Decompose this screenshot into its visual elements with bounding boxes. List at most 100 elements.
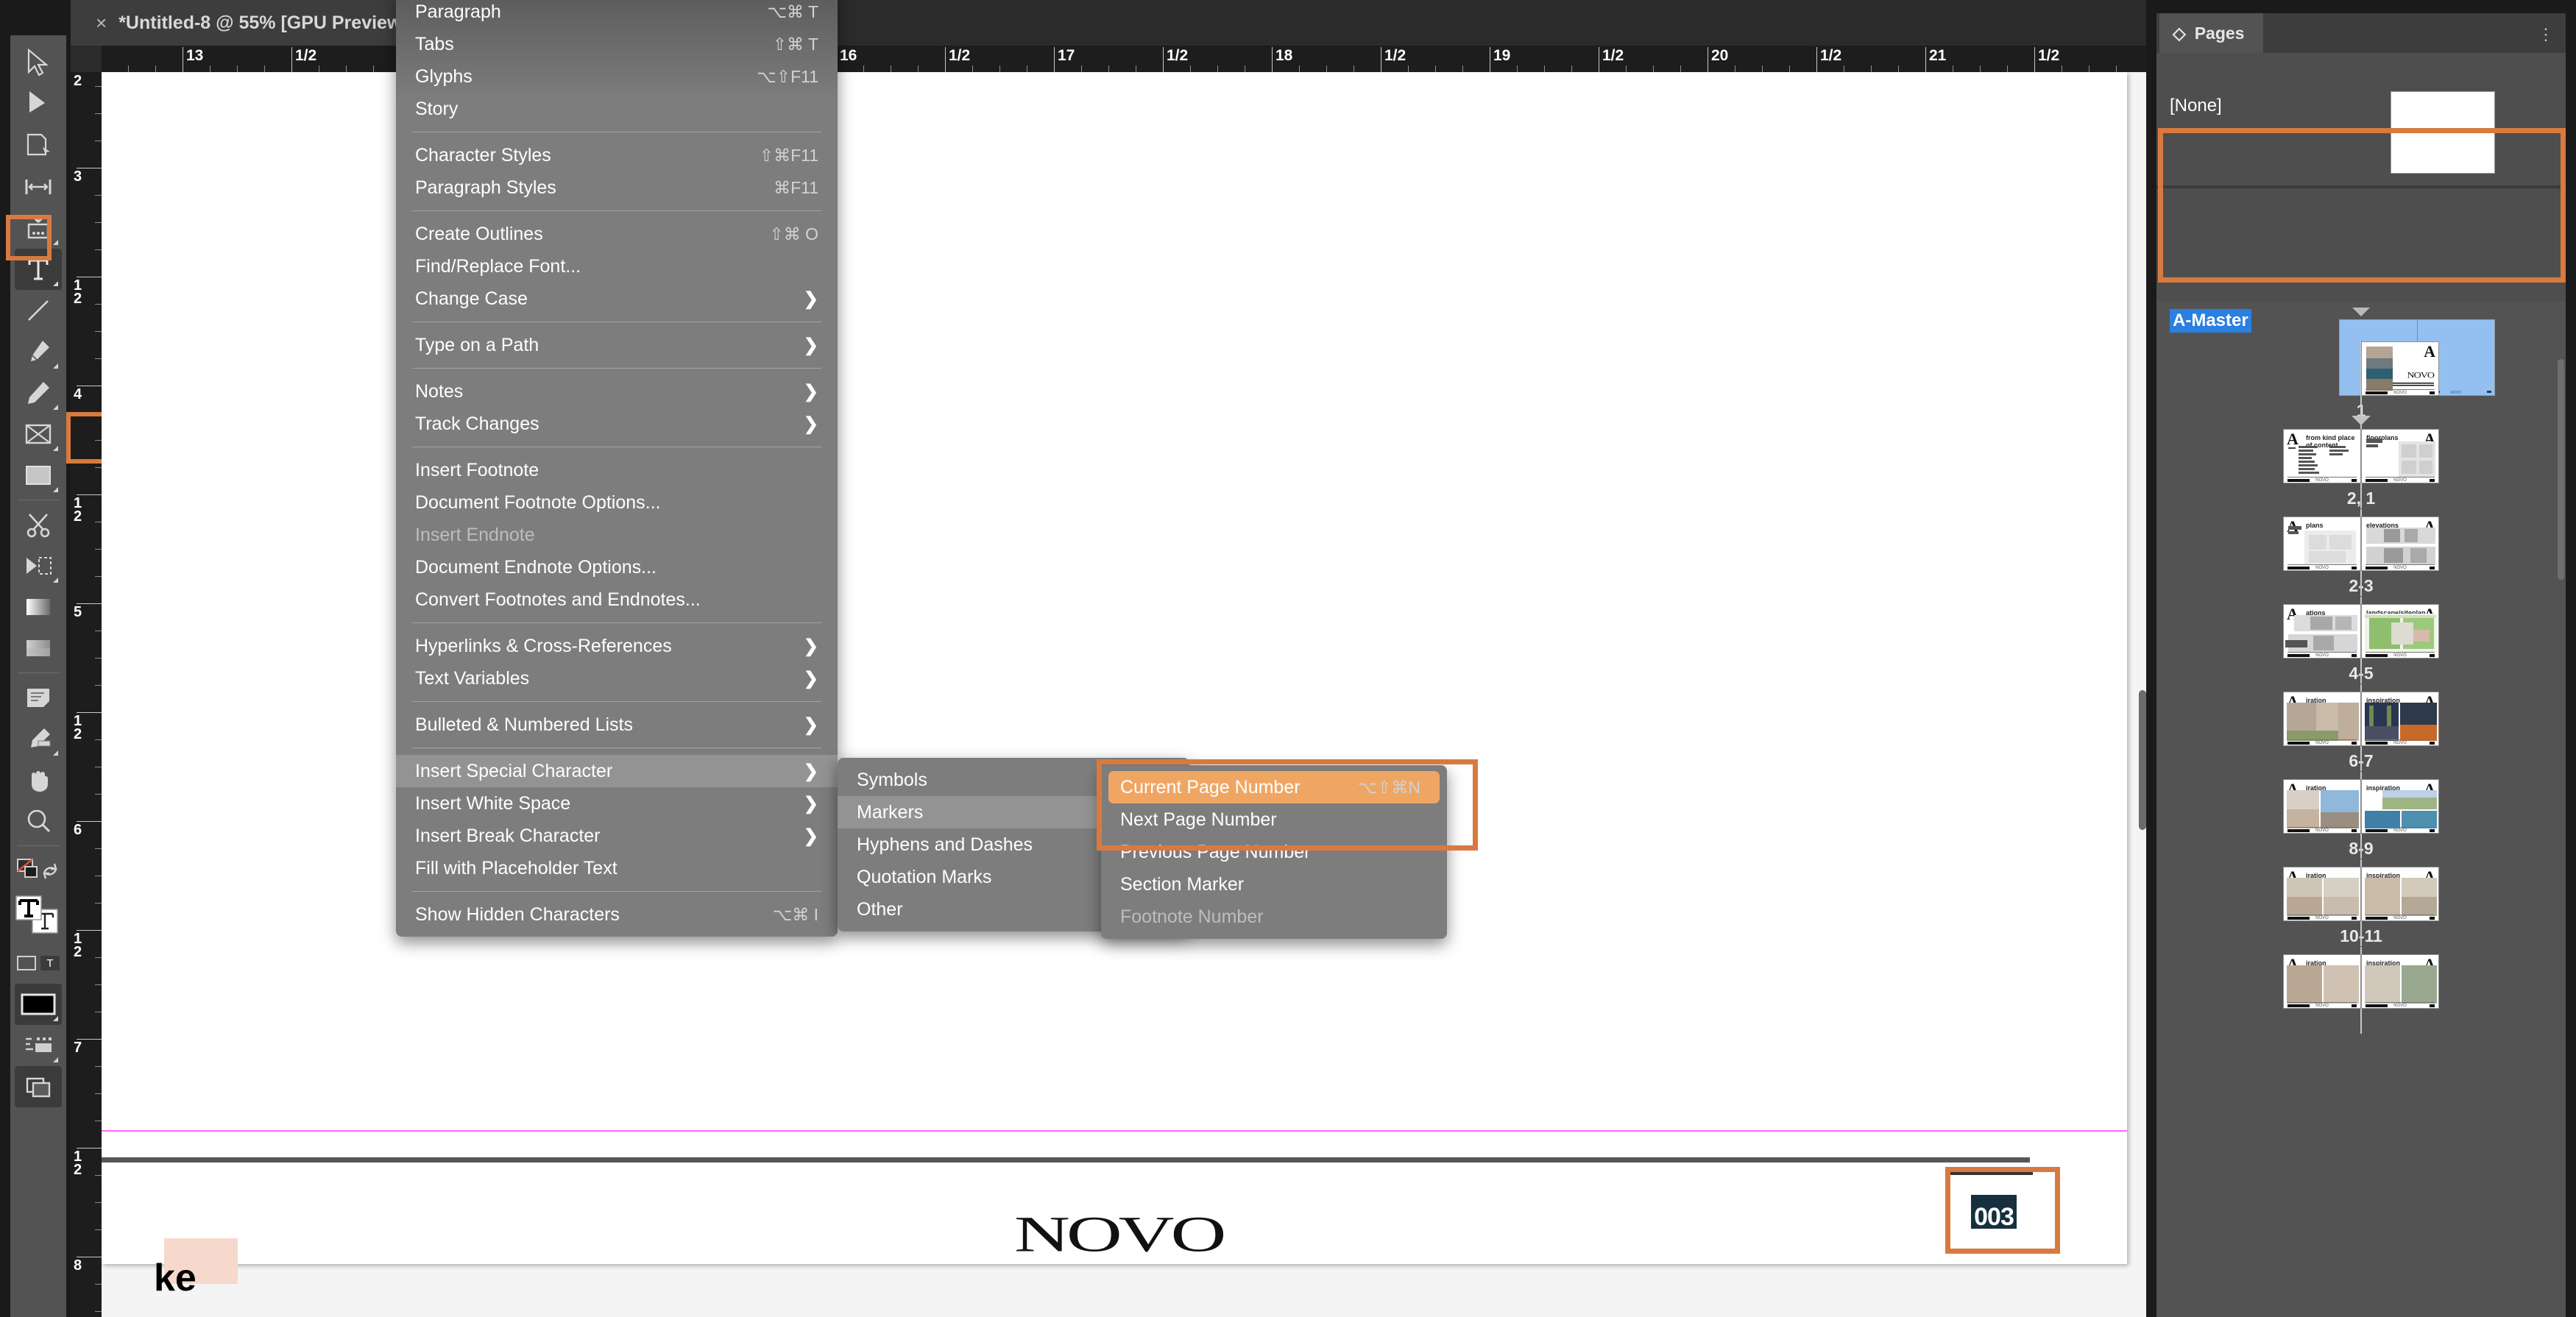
markers-submenu[interactable]: Current Page Number⌥⇧⌘NNext Page NumberP…: [1101, 765, 1447, 939]
menu-item-insert-footnote[interactable]: Insert Footnote: [396, 454, 838, 486]
page-thumbnail[interactable]: AinspirationNOVO: [2361, 779, 2439, 834]
page-number-frame[interactable]: 003: [1943, 1170, 2050, 1249]
gradient-swatch-tool[interactable]: [15, 586, 62, 628]
rectangle-tool[interactable]: [15, 455, 62, 496]
gap-tool[interactable]: [15, 166, 62, 207]
page-spread[interactable]: AationsNOVOAlandscape/siteplanNOVO4-5: [2156, 604, 2566, 684]
hand-tool[interactable]: [15, 759, 62, 801]
note-tool[interactable]: [15, 677, 62, 718]
pencil-tool[interactable]: [15, 372, 62, 413]
content-collector-tool[interactable]: [15, 207, 62, 249]
apply-color-swatch[interactable]: [15, 984, 62, 1025]
menu-item-hyperlinks-cross-references[interactable]: Hyperlinks & Cross-References❯: [396, 630, 838, 662]
menu-item-bulleted-numbered-lists[interactable]: Bulleted & Numbered Lists❯: [396, 709, 838, 741]
panel-collapse-icon[interactable]: ◇: [2173, 24, 2186, 43]
menu-item-fill-with-placeholder-text[interactable]: Fill with Placeholder Text: [396, 852, 838, 884]
close-icon[interactable]: ×: [96, 12, 107, 35]
menu-item-document-footnote-options[interactable]: Document Footnote Options...: [396, 486, 838, 519]
page-thumbnail[interactable]: AirationNOVO: [2283, 867, 2361, 921]
page-spread[interactable]: AirationNOVOAinspirationNOVO8-9: [2156, 779, 2566, 859]
page-thumbnail[interactable]: AplansNOVO: [2283, 516, 2361, 571]
menu-item-insert-break-character[interactable]: Insert Break Character❯: [396, 820, 838, 852]
pages-list[interactable]: ANOVONOVO1 Afrom kind place of contentNOV…: [2156, 341, 2566, 1298]
menu-item-document-endnote-options[interactable]: Document Endnote Options...: [396, 551, 838, 583]
panel-menu-icon[interactable]: ⋮: [2538, 25, 2555, 44]
menu-item-next-page-number[interactable]: Next Page Number: [1101, 803, 1447, 836]
direct-selection-tool[interactable]: [15, 84, 62, 125]
page-thumbnail[interactable]: AinspirationNOVO: [2361, 867, 2439, 921]
type-menu[interactable]: Paragraph⌥⌘ TTabs⇧⌘ TGlyphs⌥⇧F11Story Cha…: [396, 0, 838, 937]
scissors-tool[interactable]: [15, 504, 62, 545]
formatting-affects-container-icon[interactable]: [17, 956, 36, 970]
document-tab-untitled-8[interactable]: × *Untitled-8 @ 55% [GPU Preview]: [71, 0, 434, 46]
pages-panel-scrollbar[interactable]: [2558, 359, 2564, 580]
menu-item-insert-white-space[interactable]: Insert White Space❯: [396, 787, 838, 820]
page-spread[interactable]: ANOVONOVO1: [2156, 341, 2566, 421]
menu-item-paragraph-styles[interactable]: Paragraph Styles⌘F11: [396, 171, 838, 204]
master-row-a-master[interactable]: A-Master NOVO: [2156, 163, 2566, 274]
canvas-vertical-scrollbar[interactable]: [2139, 690, 2146, 830]
masters-section[interactable]: [None] A-Master NOVO: [2156, 53, 2566, 302]
menu-item-previous-page-number[interactable]: Previous Page Number: [1101, 836, 1447, 868]
menu-item-notes[interactable]: Notes❯: [396, 375, 838, 408]
master-thumbnail-none[interactable]: [2391, 91, 2495, 174]
page-thumbnail[interactable]: AirationNOVO: [2283, 692, 2361, 746]
pages-panel-tabstrip[interactable]: ◇ Pages ⋮: [2156, 13, 2566, 53]
zoom-tool[interactable]: [15, 801, 62, 842]
formatting-affects-text-icon[interactable]: T: [40, 956, 60, 970]
page-spread[interactable]: AirationNOVOAinspirationNOVO10-11: [2156, 867, 2566, 946]
menu-item-show-hidden-characters[interactable]: Show Hidden Characters⌥⌘ I: [396, 898, 838, 931]
page-thumbnail[interactable]: ANOVONOVO: [2361, 341, 2439, 396]
type-tool[interactable]: [15, 249, 62, 290]
master-row-none[interactable]: [None]: [2156, 53, 2566, 163]
menu-item-story[interactable]: Story: [396, 93, 838, 125]
menu-item-track-changes[interactable]: Track Changes❯: [396, 408, 838, 440]
menu-item-current-page-number[interactable]: Current Page Number⌥⇧⌘N: [1108, 771, 1440, 803]
novo-logo[interactable]: NOVO: [1014, 1205, 1222, 1264]
free-transform-tool[interactable]: [15, 545, 62, 586]
tab-pages[interactable]: ◇ Pages: [2159, 13, 2263, 53]
eyedropper-tool[interactable]: [15, 718, 62, 759]
page-thumbnail[interactable]: AirationNOVO: [2283, 779, 2361, 834]
menu-item-glyphs[interactable]: Glyphs⌥⇧F11: [396, 60, 838, 93]
menu-item-insert-special-character[interactable]: Insert Special Character❯: [396, 755, 838, 787]
pages-panel[interactable]: ◇ Pages ⋮ [None] A-Master NOVO: [2156, 13, 2566, 1317]
horizontal-ruler[interactable]: /2131/2141/2151/2161/2171/2181/2191/2201…: [71, 46, 2146, 72]
menu-item-create-outlines[interactable]: Create Outlines⇧⌘ O: [396, 218, 838, 250]
page-thumbnail[interactable]: Alandscape/siteplanNOVO: [2361, 604, 2439, 658]
page-thumbnail[interactable]: AationsNOVO: [2283, 604, 2361, 658]
fill-stroke-swatches[interactable]: [15, 891, 62, 943]
menu-item-find-replace-font[interactable]: Find/Replace Font...: [396, 250, 838, 283]
page-thumbnail[interactable]: AirationNOVO: [2283, 954, 2361, 1009]
page-thumbnail[interactable]: Afrom kind place of contentNOVO: [2283, 429, 2361, 483]
menu-item-change-case[interactable]: Change Case❯: [396, 283, 838, 315]
pages-section-collapse-icon[interactable]: [2352, 308, 2370, 316]
screen-mode-toggle[interactable]: [15, 1066, 62, 1107]
page-spread[interactable]: AirationNOVOAinspirationNOVO6-7: [2156, 692, 2566, 771]
vertical-ruler[interactable]: 23124125126127128: [71, 72, 102, 1317]
ruler-origin-corner[interactable]: [71, 46, 102, 72]
menu-item-paragraph[interactable]: Paragraph⌥⌘ T: [396, 0, 838, 28]
selection-tool[interactable]: [15, 43, 62, 84]
gradient-feather-tool[interactable]: [15, 628, 62, 669]
page-tool[interactable]: [15, 125, 62, 166]
page-thumbnail[interactable]: AelevationsNOVO: [2361, 516, 2439, 571]
type-menu-items[interactable]: Paragraph⌥⌘ TTabs⇧⌘ TGlyphs⌥⇧F11Story Cha…: [396, 0, 838, 931]
menu-item-convert-footnotes-and-endnotes[interactable]: Convert Footnotes and Endnotes...: [396, 583, 838, 616]
page-spread[interactable]: AirationNOVOAinspirationNOVO: [2156, 954, 2566, 1009]
frame-tool[interactable]: [15, 413, 62, 455]
formatting-affects-swatches[interactable]: T: [15, 943, 62, 984]
page-thumbnail[interactable]: AfloorplansNOVO: [2361, 429, 2439, 483]
menu-item-section-marker[interactable]: Section Marker: [1101, 868, 1447, 901]
text-frame-fragment[interactable]: ke: [164, 1238, 238, 1284]
menu-item-character-styles[interactable]: Character Styles⇧⌘F11: [396, 139, 838, 171]
document-tab-bar[interactable]: × *Untitled-8 @ 55% [GPU Preview] 2021.i…: [71, 0, 2146, 46]
page-spread[interactable]: Afrom kind place of contentNOVOAfloorpla…: [2156, 429, 2566, 508]
pen-tool[interactable]: [15, 331, 62, 372]
apply-none-swatch[interactable]: [15, 850, 62, 891]
normal-view-mode[interactable]: [15, 1025, 62, 1066]
page-spread[interactable]: AplansNOVOAelevationsNOVO2-3: [2156, 516, 2566, 596]
page-thumbnail[interactable]: AinspirationNOVO: [2361, 692, 2439, 746]
menu-item-tabs[interactable]: Tabs⇧⌘ T: [396, 28, 838, 60]
line-tool[interactable]: [15, 290, 62, 331]
